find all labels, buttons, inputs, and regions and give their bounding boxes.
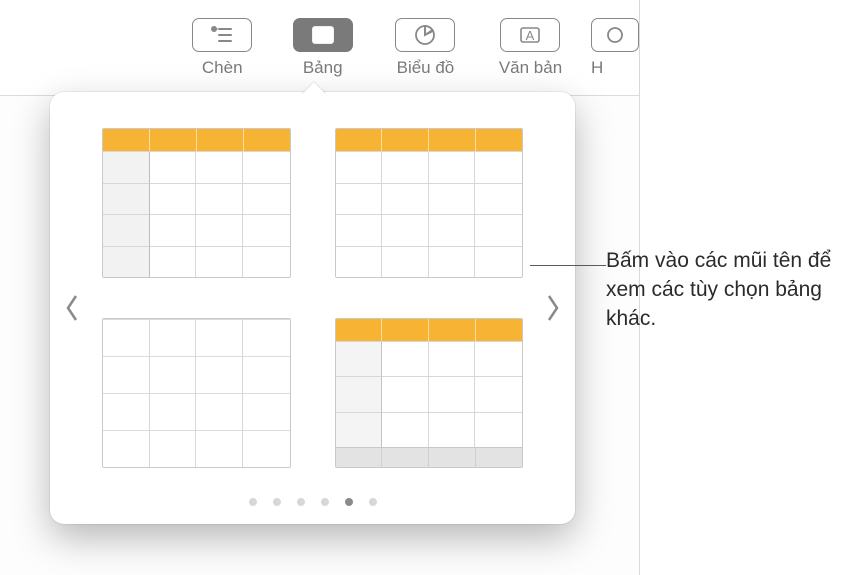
page-dot[interactable] (297, 498, 305, 506)
pie-chart-icon (395, 18, 455, 52)
callout-text: Bấm vào các mũi tên để xem các tùy chọn … (606, 247, 852, 334)
next-page-arrow[interactable] (531, 92, 575, 524)
table-style-option[interactable] (102, 318, 291, 468)
table-style-option[interactable] (335, 318, 524, 468)
document-canvas: Chèn Bảng Biểu đồ A Văn bản H (0, 0, 640, 575)
prev-page-arrow[interactable] (50, 92, 94, 524)
callout-leader-line (530, 265, 606, 266)
table-style-option[interactable] (102, 128, 291, 278)
textbox-icon: A (500, 18, 560, 52)
svg-text:A: A (526, 28, 535, 43)
toolbar-chart-label: Biểu đồ (397, 58, 455, 78)
page-dot[interactable] (249, 498, 257, 506)
toolbar-shape-label: H (591, 58, 603, 78)
page-dot[interactable] (345, 498, 353, 506)
toolbar-text-label: Văn bản (499, 58, 562, 78)
page-indicator (50, 498, 575, 506)
table-icon (293, 18, 353, 52)
table-styles-popover (50, 92, 575, 524)
toolbar-insert-label: Chèn (202, 58, 243, 78)
page-dot[interactable] (369, 498, 377, 506)
shape-icon (591, 18, 639, 52)
toolbar-insert[interactable]: Chèn (172, 0, 272, 95)
callout-annotation: Bấm vào các mũi tên để xem các tùy chọn … (606, 247, 852, 334)
table-style-option[interactable] (335, 128, 524, 278)
toolbar-shape[interactable]: H (583, 0, 639, 95)
toolbar-text[interactable]: A Văn bản (478, 0, 583, 95)
toolbar-table-label: Bảng (303, 58, 343, 78)
page-dot[interactable] (321, 498, 329, 506)
chevron-right-icon (545, 294, 561, 322)
insert-list-icon (192, 18, 252, 52)
chevron-left-icon (64, 294, 80, 322)
table-style-grid (94, 92, 531, 524)
toolbar-chart[interactable]: Biểu đồ (373, 0, 478, 95)
page-dot[interactable] (273, 498, 281, 506)
